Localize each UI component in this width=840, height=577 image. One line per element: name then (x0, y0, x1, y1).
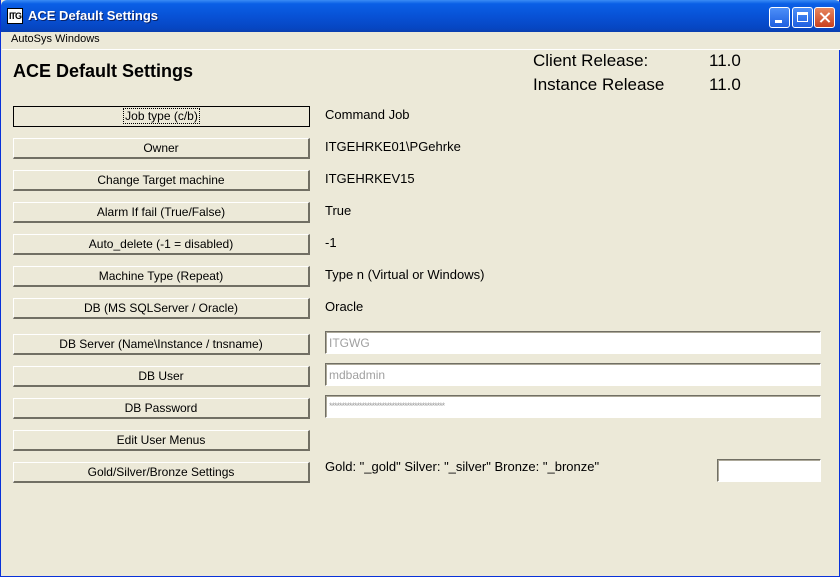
menu-bar: AutoSys Windows (2, 32, 840, 50)
auto-delete-value: -1 (325, 235, 337, 250)
app-window: ITG ACE Default Settings AutoSys Windows… (0, 0, 840, 577)
menu-autosys-windows[interactable]: AutoSys Windows (11, 33, 100, 45)
db-user-field[interactable]: mdbadmin (325, 363, 821, 386)
title-bar[interactable]: ITG ACE Default Settings (1, 0, 840, 32)
window-title: ACE Default Settings (28, 8, 159, 23)
alarm-if-fail-button[interactable]: Alarm If fail (True/False) (13, 202, 310, 223)
machine-type-button[interactable]: Machine Type (Repeat) (13, 266, 310, 287)
change-target-machine-button[interactable]: Change Target machine (13, 170, 310, 191)
db-server-button[interactable]: DB Server (Name\Instance / tnsname) (13, 334, 310, 355)
gold-silver-bronze-button[interactable]: Gold/Silver/Bronze Settings (13, 462, 310, 483)
page-title: ACE Default Settings (13, 61, 194, 81)
gold-silver-bronze-value: Gold: "_gold" Silver: "_silver" Bronze: … (325, 459, 600, 474)
db-password-field[interactable]: ****************************************… (325, 395, 821, 418)
owner-value: ITGEHRKE01\PGehrke (325, 139, 461, 154)
job-type-button-label: Job type (c/b) (123, 108, 200, 124)
db-server-field[interactable]: ITGWG (325, 331, 821, 354)
alarm-if-fail-value: True (325, 203, 352, 218)
client-release-value: 11.0 (709, 51, 741, 70)
minimize-icon[interactable] (769, 7, 790, 28)
db-user-button[interactable]: DB User (13, 366, 310, 387)
job-type-value: Command Job (325, 107, 410, 122)
gold-silver-bronze-field[interactable] (717, 459, 821, 482)
auto-delete-button[interactable]: Auto_delete (-1 = disabled) (13, 234, 310, 255)
instance-release-label: Instance Release (533, 75, 665, 94)
client-release-label: Client Release: (533, 51, 649, 70)
close-icon[interactable] (814, 7, 835, 28)
owner-button[interactable]: Owner (13, 138, 310, 159)
maximize-icon[interactable] (792, 7, 813, 28)
instance-release-value: 11.0 (709, 75, 741, 94)
db-type-button[interactable]: DB (MS SQLServer / Oracle) (13, 298, 310, 319)
db-type-value: Oracle (325, 299, 364, 314)
machine-type-value: Type n (Virtual or Windows) (325, 267, 485, 282)
edit-user-menus-button[interactable]: Edit User Menus (13, 430, 310, 451)
target-machine-value: ITGEHRKEV15 (325, 171, 415, 186)
app-icon[interactable]: ITG (7, 8, 23, 24)
job-type-button[interactable]: Job type (c/b) (13, 106, 310, 127)
db-password-button[interactable]: DB Password (13, 398, 310, 419)
